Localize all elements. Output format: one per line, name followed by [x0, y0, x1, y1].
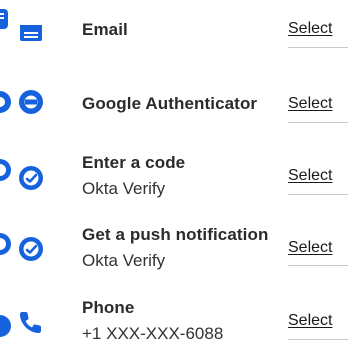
google-authenticator-icon	[0, 90, 12, 114]
select-okta-code-button[interactable]: Select	[288, 167, 348, 185]
email-icon	[18, 20, 44, 46]
select-email-button[interactable]: Select	[288, 20, 348, 38]
divider	[288, 47, 348, 48]
select-google-authenticator-button[interactable]: Select	[288, 95, 348, 113]
okta-verify-icon	[0, 158, 12, 182]
factor-title: Phone	[82, 298, 135, 317]
okta-verify-icon	[18, 165, 44, 191]
factor-title: Google Authenticator	[82, 94, 258, 113]
select-okta-push-button[interactable]: Select	[288, 239, 348, 257]
divider	[288, 339, 348, 340]
factor-title: Enter a code	[82, 153, 186, 172]
phone-icon	[18, 309, 44, 335]
divider	[288, 194, 348, 195]
factor-subtitle: Okta Verify	[82, 251, 166, 270]
clipped-icon-column	[0, 0, 12, 362]
okta-verify-icon	[18, 236, 44, 262]
google-authenticator-icon	[18, 89, 44, 115]
phone-icon	[0, 314, 12, 338]
email-icon	[0, 7, 12, 31]
divider	[288, 265, 348, 266]
factor-subtitle: +1 XXX-XXX-6088	[82, 324, 224, 343]
okta-verify-icon	[0, 232, 12, 256]
factor-title: Email	[82, 20, 128, 39]
select-phone-button[interactable]: Select	[288, 312, 348, 330]
divider	[288, 122, 348, 123]
factor-subtitle: Okta Verify	[82, 179, 166, 198]
factor-title: Get a push notification	[82, 225, 269, 244]
